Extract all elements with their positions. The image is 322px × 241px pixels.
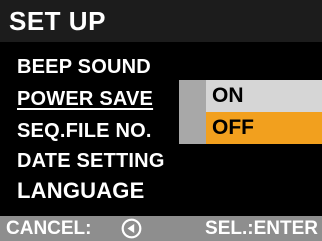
power-save-submenu: ON OFF [206,80,322,144]
option-off[interactable]: OFF [206,112,322,144]
menu-item-beep-sound[interactable]: BEEP SOUND [17,54,151,80]
select-hint: SEL.:ENTER [205,218,318,239]
menu-item-date-setting[interactable]: DATE SETTING [17,148,165,174]
option-on[interactable]: ON [206,80,322,112]
left-arrow-circle-icon[interactable] [121,218,142,239]
menu-item-power-save[interactable]: POWER SAVE [17,86,153,112]
submenu-indicator [179,80,206,144]
menu-item-language[interactable]: LANGUAGE [17,178,145,204]
page-title: SET UP [9,6,106,36]
menu-item-seq-file-no[interactable]: SEQ.FILE NO. [17,118,152,144]
cancel-hint: CANCEL: [6,218,92,239]
